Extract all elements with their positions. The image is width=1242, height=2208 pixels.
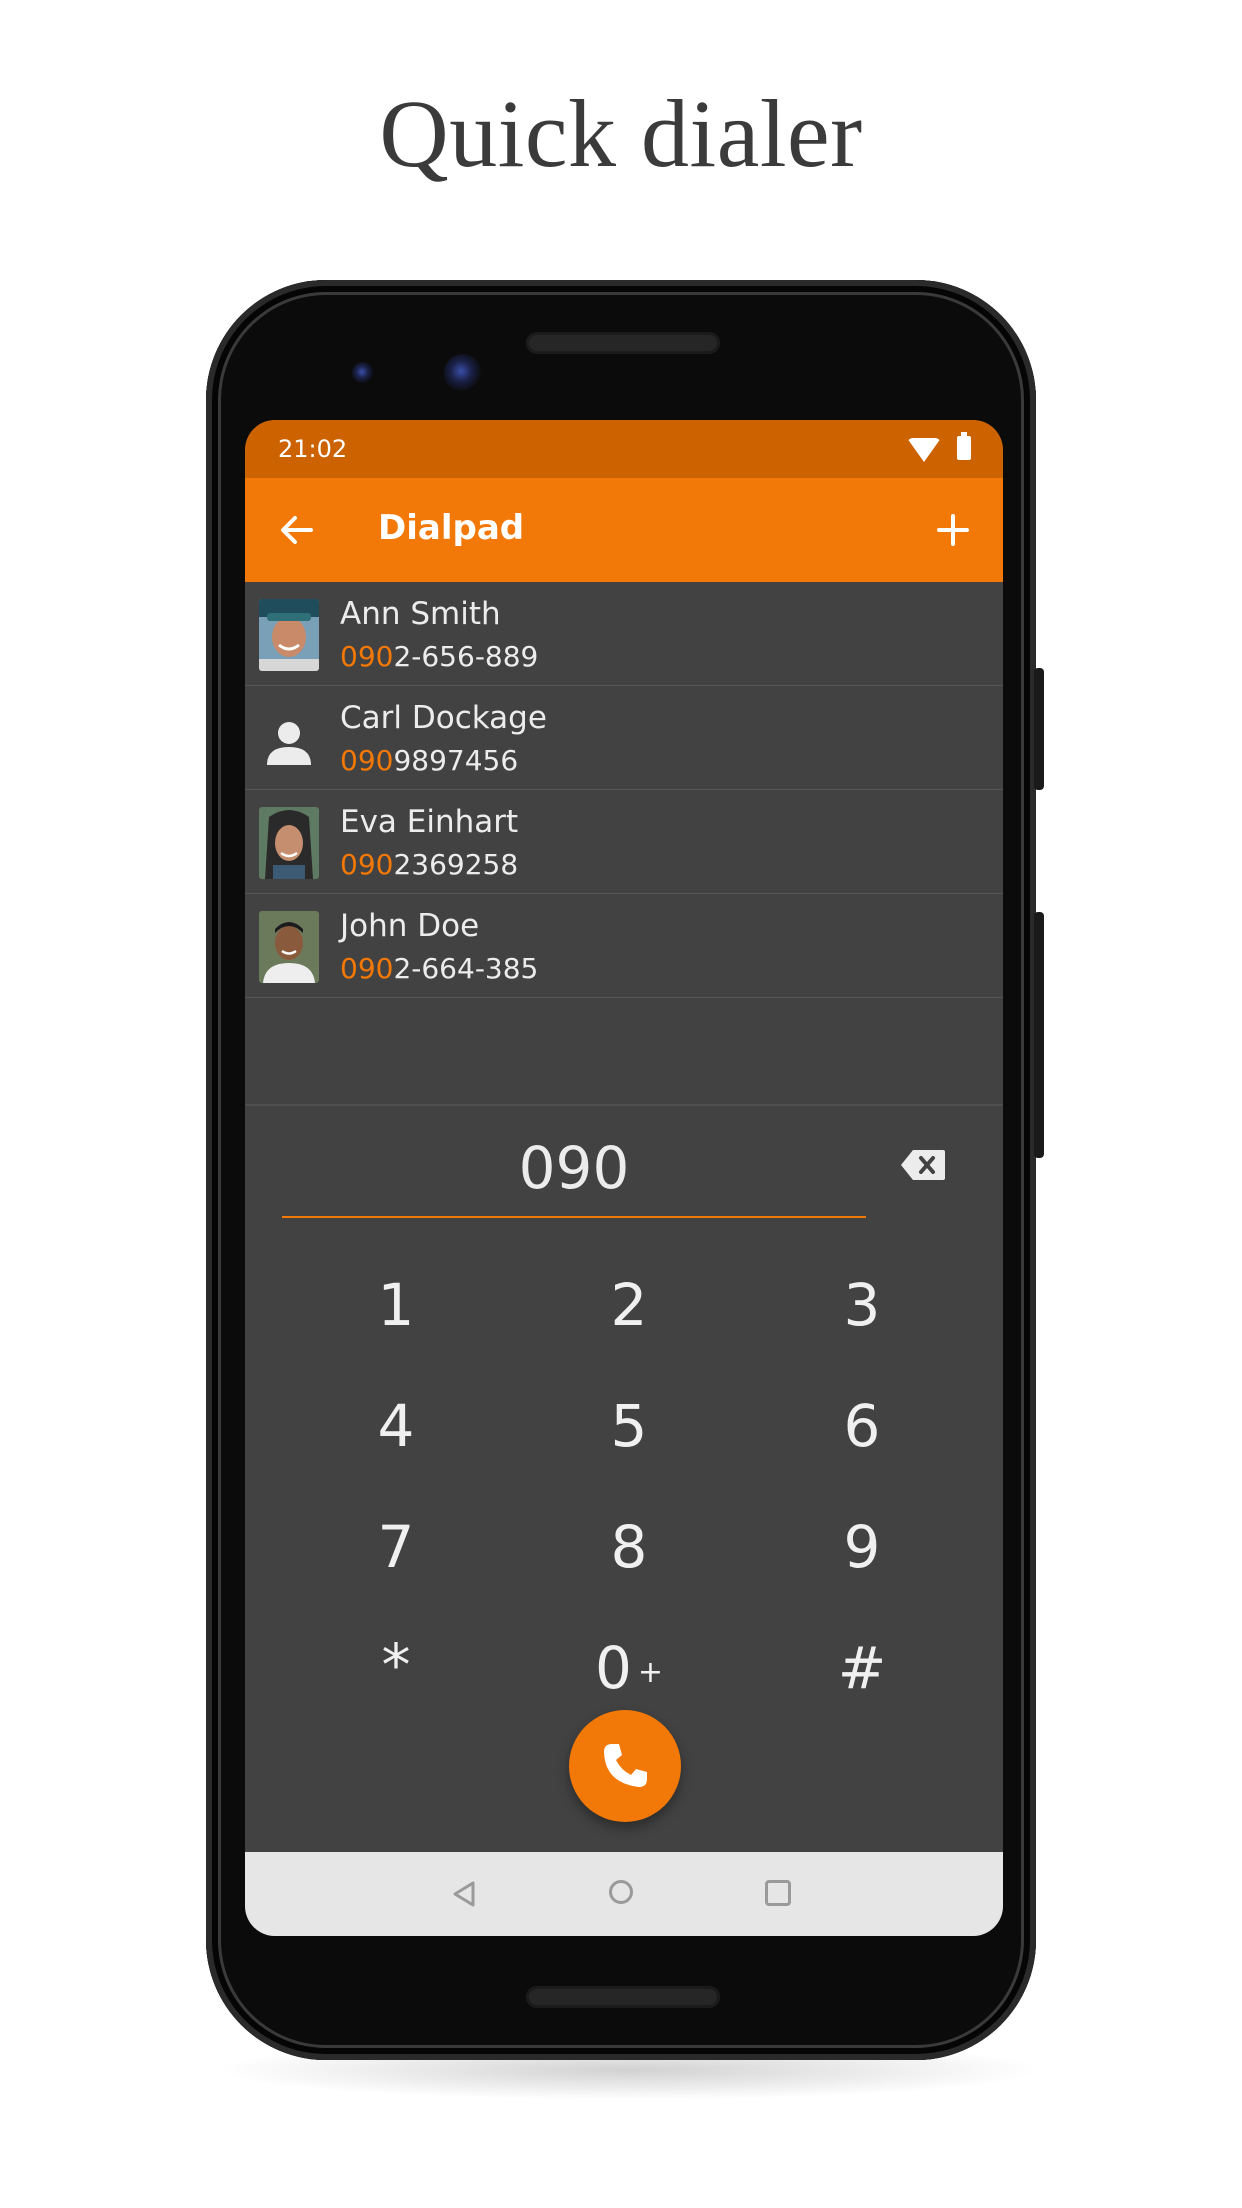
front-sensor (352, 362, 374, 384)
nav-back-icon[interactable] (451, 1880, 477, 1908)
backspace-icon[interactable] (899, 1148, 947, 1182)
key-star[interactable]: * (316, 1610, 476, 1720)
number-match: 090 (340, 848, 394, 881)
phone-screen: 21:02 Dialpad Ann Smith 0902-656-889 Car… (245, 420, 1003, 1936)
number-rest: 2-656-889 (393, 640, 539, 673)
front-camera (444, 354, 482, 392)
phone-bottom-speaker (526, 1986, 720, 2008)
back-arrow-icon[interactable] (271, 504, 323, 556)
avatar (259, 807, 319, 879)
key-1[interactable]: 1 (316, 1250, 476, 1360)
key-7[interactable]: 7 (316, 1492, 476, 1602)
key-5[interactable]: 5 (549, 1371, 709, 1481)
number-rest: 2-664-385 (393, 952, 539, 985)
number-rest: 2369258 (393, 848, 519, 881)
nav-home-icon[interactable] (609, 1880, 633, 1904)
number-rest: 9897456 (393, 744, 519, 777)
key-0-digit: 0 (594, 1634, 632, 1702)
number-match: 090 (340, 744, 394, 777)
key-0[interactable]: 0 + (549, 1613, 709, 1723)
call-button[interactable] (569, 1710, 681, 1822)
person-icon (259, 703, 319, 775)
contact-name: Eva Einhart (340, 804, 519, 840)
contact-name: John Doe (340, 908, 480, 944)
dial-entry-value: 090 (518, 1134, 630, 1202)
key-hash[interactable]: # (782, 1613, 942, 1723)
key-2[interactable]: 2 (549, 1250, 709, 1360)
phone-icon (604, 1744, 647, 1787)
key-0-plus: + (637, 1655, 664, 1690)
number-match: 090 (340, 640, 394, 673)
contact-number: 0902-656-889 (340, 640, 538, 673)
contact-results-list: Ann Smith 0902-656-889 Carl Dockage 0909… (245, 582, 1003, 998)
dial-entry-field[interactable]: 090 (282, 1120, 866, 1218)
avatar (259, 911, 319, 983)
contact-number: 0902369258 (340, 848, 518, 881)
phone-volume-button (1034, 912, 1044, 1158)
key-3[interactable]: 3 (782, 1250, 942, 1360)
contact-row[interactable]: John Doe 0902-664-385 (245, 894, 1003, 998)
phone-earpiece (526, 332, 720, 354)
status-bar: 21:02 (245, 420, 1003, 478)
app-bar: Dialpad (245, 478, 1003, 582)
contact-number: 0902-664-385 (340, 952, 538, 985)
nav-recents-icon[interactable] (765, 1880, 791, 1906)
contact-row[interactable]: Ann Smith 0902-656-889 (245, 582, 1003, 686)
number-match: 090 (340, 952, 394, 985)
status-time: 21:02 (278, 435, 348, 463)
phone-side-button (1034, 668, 1044, 790)
wifi-icon (907, 438, 941, 462)
key-8[interactable]: 8 (549, 1492, 709, 1602)
key-6[interactable]: 6 (782, 1371, 942, 1481)
contact-name: Ann Smith (340, 596, 501, 632)
battery-icon (957, 432, 971, 460)
contact-row[interactable]: Eva Einhart 0902369258 (245, 790, 1003, 894)
key-4[interactable]: 4 (316, 1371, 476, 1481)
contact-row[interactable]: Carl Dockage 0909897456 (245, 686, 1003, 790)
avatar (259, 599, 319, 671)
add-icon[interactable] (929, 506, 977, 554)
page-headline: Quick dialer (379, 80, 863, 187)
app-bar-title: Dialpad (378, 508, 525, 548)
system-nav-bar (245, 1852, 1003, 1936)
key-9[interactable]: 9 (782, 1492, 942, 1602)
contact-number: 0909897456 (340, 744, 518, 777)
divider (245, 1104, 1003, 1106)
contact-name: Carl Dockage (340, 700, 547, 736)
